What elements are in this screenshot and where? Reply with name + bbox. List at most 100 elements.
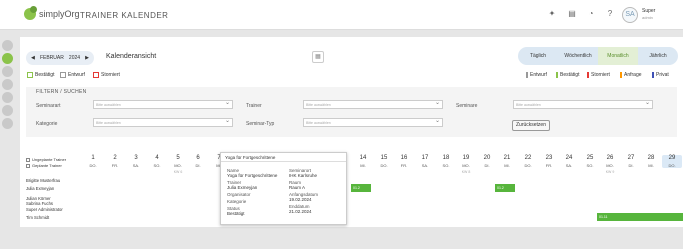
- nav-settings-icon[interactable]: [2, 118, 13, 129]
- next-month-icon[interactable]: ▶: [85, 55, 89, 61]
- calendar-event[interactable]: 01.2: [495, 184, 515, 192]
- legend-label: Storniert: [591, 72, 610, 78]
- select-seminar-typ[interactable]: Bitte auswählen: [303, 117, 443, 127]
- tab-daily[interactable]: Täglich: [518, 47, 558, 65]
- day-number: 23: [545, 155, 553, 161]
- status-color-icon: [556, 72, 558, 78]
- day-number: 2: [113, 155, 117, 161]
- weekday-label: MO.: [174, 163, 182, 168]
- nav-docs-icon[interactable]: [2, 92, 13, 103]
- day-column[interactable]: 6 DI.: [188, 155, 208, 168]
- weekday-label: DO.: [524, 163, 532, 168]
- legend-draft: Entwurf: [526, 72, 547, 78]
- lightbulb-icon[interactable]: ✦: [547, 9, 557, 19]
- calendar-picker-icon[interactable]: ▦: [312, 51, 324, 63]
- weekday-label: MO.: [462, 163, 470, 168]
- day-column[interactable]: 26 MO. KW 9: [600, 155, 620, 174]
- calendar-event[interactable]: 01.2: [351, 184, 371, 192]
- tab-monthly[interactable]: Monatlich: [598, 47, 638, 65]
- nav-reports-icon[interactable]: [2, 105, 13, 116]
- day-column[interactable]: 3 SA.: [126, 155, 146, 168]
- trainer-row: Tim Schmidt: [26, 215, 50, 220]
- nav-home-icon[interactable]: [2, 40, 13, 51]
- day-column[interactable]: 2 FR.: [105, 155, 125, 168]
- day-column[interactable]: 25 SO.: [580, 155, 600, 168]
- day-column[interactable]: 18 SO.: [436, 155, 456, 168]
- tooltip-value: Raum A: [289, 185, 306, 190]
- legend-draft-checkbox[interactable]: Entwurf: [60, 72, 85, 78]
- day-column[interactable]: 5 MO. KW 6: [168, 155, 188, 174]
- tab-weekly[interactable]: Wöchentlich: [558, 47, 598, 65]
- trainer-row: Sabrina Fuchs: [26, 201, 53, 206]
- day-number: 28: [647, 155, 655, 161]
- checkbox-icon: [93, 72, 99, 78]
- nav-calendar-icon[interactable]: [2, 53, 13, 64]
- day-column[interactable]: 15 DO.: [374, 155, 394, 168]
- weekday-label: DI.: [628, 163, 634, 168]
- day-column[interactable]: 1 DO.: [83, 155, 103, 168]
- legend-label: Bestätigt: [35, 72, 55, 78]
- tooltip-title: Yoga für Fortgeschrittene: [221, 153, 346, 162]
- select-seminare[interactable]: Bitte auswählen: [513, 99, 653, 109]
- legend-cancelled-checkbox[interactable]: Storniert: [93, 72, 120, 78]
- logo[interactable]: simplyOrg: [24, 6, 80, 20]
- day-column[interactable]: 4 SO.: [147, 155, 167, 168]
- day-column[interactable]: 24 SA.: [559, 155, 579, 168]
- user-role: admin: [642, 15, 653, 20]
- help-icon[interactable]: ?: [605, 9, 615, 19]
- status-color-icon: [652, 72, 654, 78]
- day-column[interactable]: 20 DI.: [477, 155, 497, 168]
- day-column[interactable]: 16 FR.: [394, 155, 414, 168]
- day-column[interactable]: 14 MI.: [353, 155, 373, 168]
- day-number: 16: [400, 155, 408, 161]
- legend-label: Entwurf: [530, 72, 547, 78]
- trainer-row: Brigitte Musterfrau: [26, 178, 61, 183]
- view-title: Kalenderansicht: [106, 53, 157, 60]
- reset-button[interactable]: Zurücksetzen: [512, 120, 550, 131]
- avatar[interactable]: SA: [622, 7, 638, 23]
- day-column[interactable]: 28 MI.: [641, 155, 661, 168]
- top-bar: simplyOrg TRAINER KALENDER ✦ ▤ ◔ ? SA Su…: [0, 0, 683, 30]
- week-number: KW 9: [605, 170, 615, 174]
- view-switcher: Täglich Wöchentlich Monatlich Jährlich: [518, 47, 678, 65]
- filter-panel: FILTERN / SUCHEN Seminarart Bitte auswäh…: [26, 87, 677, 137]
- calendar-event[interactable]: 01.11: [597, 213, 683, 221]
- tooltip-value: Yoga für Fortgeschrittene: [227, 173, 278, 178]
- day-column[interactable]: 29 DO.: [662, 155, 682, 168]
- weekday-label: DO.: [668, 163, 676, 168]
- tooltip-value: 19.02.2024: [289, 197, 312, 202]
- day-number: 24: [565, 155, 573, 161]
- bell-icon[interactable]: ◔: [586, 9, 596, 19]
- select-trainer[interactable]: Bitte auswählen: [303, 99, 443, 109]
- nav-people-icon[interactable]: [2, 79, 13, 90]
- filter-title: FILTERN / SUCHEN: [36, 89, 87, 95]
- book-icon[interactable]: ▤: [567, 9, 577, 19]
- day-column[interactable]: 21 MI.: [497, 155, 517, 168]
- label-trainer: Trainer: [246, 103, 262, 109]
- tooltip-value: Julia Exmeyjan: [227, 185, 258, 190]
- app-title: TRAINER KALENDER: [80, 11, 169, 20]
- tab-yearly[interactable]: Jährlich: [638, 47, 678, 65]
- trainer-row: Super Administrator: [26, 207, 63, 212]
- unplanned-trainers-checkbox[interactable]: Ungeplante Trainer: [26, 157, 66, 162]
- select-seminarart[interactable]: Bitte auswählen: [93, 99, 233, 109]
- day-number: 4: [155, 155, 159, 161]
- day-number: 18: [442, 155, 450, 161]
- planned-trainers-checkbox[interactable]: Geplante Trainer: [26, 163, 62, 168]
- day-column[interactable]: 17 SA.: [415, 155, 435, 168]
- nav-seminars-icon[interactable]: [2, 66, 13, 77]
- event-tooltip: Yoga für Fortgeschrittene Name Yoga für …: [220, 152, 347, 225]
- prev-month-icon[interactable]: ◀: [31, 55, 35, 61]
- legend-request: Anfrage: [620, 72, 642, 78]
- legend-confirmed-checkbox[interactable]: Bestätigt: [27, 72, 54, 78]
- user-name[interactable]: Super: [642, 8, 655, 14]
- day-number: 3: [134, 155, 138, 161]
- day-column[interactable]: 23 FR.: [539, 155, 559, 168]
- day-column[interactable]: 19 MO. KW 8: [456, 155, 476, 174]
- day-column[interactable]: 22 DO.: [518, 155, 538, 168]
- select-kategorie[interactable]: Bitte auswählen: [93, 117, 233, 127]
- calendar-header: Ungeplante Trainer Geplante Trainer 1 DO.…: [20, 155, 683, 181]
- status-color-icon: [526, 72, 528, 78]
- legend-private: Privat: [652, 72, 669, 78]
- day-column[interactable]: 27 DI.: [621, 155, 641, 168]
